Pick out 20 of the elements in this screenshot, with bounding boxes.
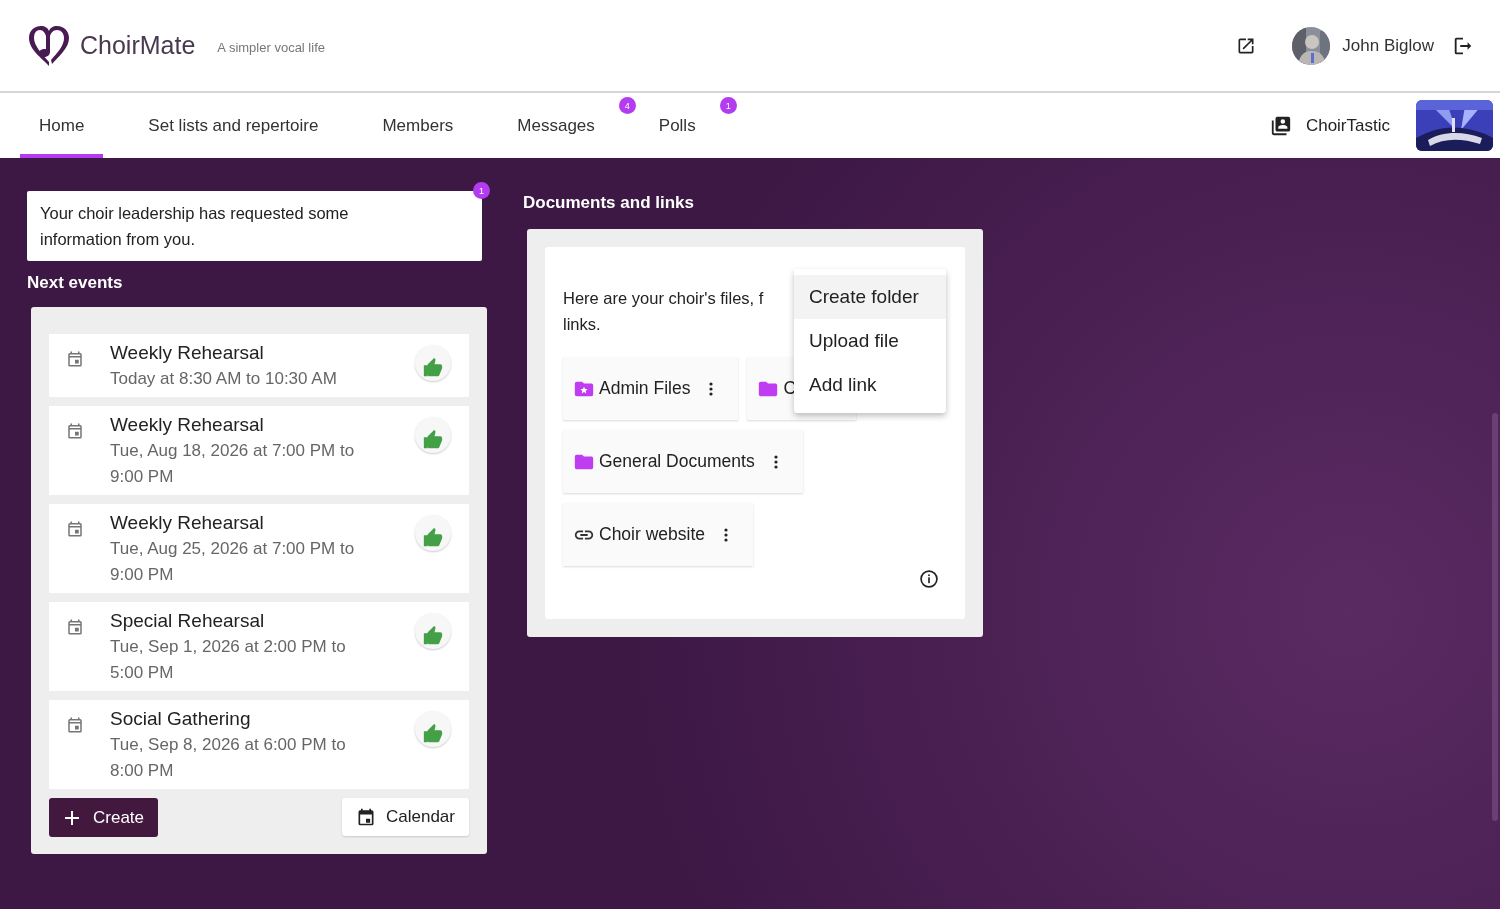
event-time: Tue, Aug 18, 2026 at 7:00 PM to 9:00 PM xyxy=(110,440,356,488)
event-title: Weekly Rehearsal xyxy=(110,511,265,535)
count-badge: 1 xyxy=(473,182,490,199)
section-title: Documents and links xyxy=(523,192,695,213)
section-title: Next events xyxy=(27,273,124,293)
event-time: Tue, Sep 1, 2026 at 2:00 PM to 5:00 PM xyxy=(110,636,347,684)
count-badge: 1 xyxy=(719,97,737,114)
event-title: Weekly Rehearsal xyxy=(110,413,265,437)
notice-text: Your choir leadership has requested some information from you. xyxy=(40,203,350,250)
event-time: Tue, Aug 25, 2026 at 7:00 PM to 9:00 PM xyxy=(110,538,356,586)
event-title: Weekly Rehearsal xyxy=(110,341,265,365)
event-title: Special Rehearsal xyxy=(110,609,266,633)
description-text: Here are your choir's files, f xyxy=(563,288,764,309)
description-text: links. xyxy=(563,314,601,335)
event-time: Tue, Sep 8, 2026 at 6:00 PM to 8:00 PM xyxy=(110,734,347,782)
event-title: Social Gathering xyxy=(110,707,252,731)
event-time: Today at 8:30 AM to 10:30 AM xyxy=(110,368,338,390)
app-name: ChoirMate xyxy=(80,31,196,60)
tagline: A simpler vocal life xyxy=(217,40,325,55)
count-badge: 4 xyxy=(618,97,636,114)
